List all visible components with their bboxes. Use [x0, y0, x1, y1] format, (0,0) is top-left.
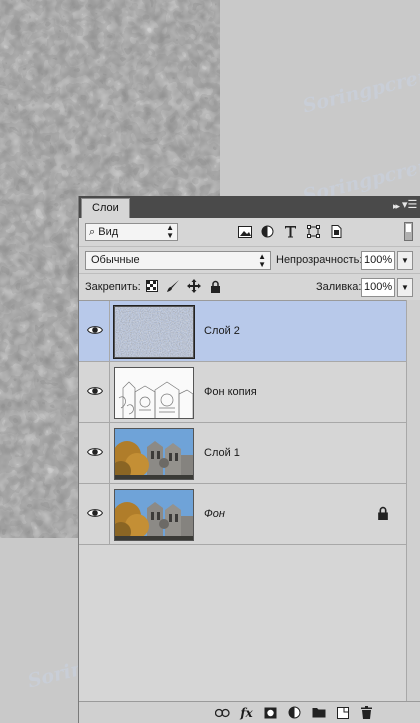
layer-thumbnail-photo	[114, 428, 194, 480]
eye-icon[interactable]	[87, 507, 103, 519]
trash-icon[interactable]	[359, 705, 374, 720]
adjustment-layer-filter-icon[interactable]	[260, 224, 275, 239]
lock-row: Закрепить: Заливка: 100% ▼	[79, 273, 420, 299]
shape-layer-filter-icon[interactable]	[306, 224, 321, 239]
fill-label: Заливка:	[316, 281, 362, 293]
layers-panel: Слои ▸▸ ▾☰ ⌕ Вид ▲ ▼ Обычные ▲ ▼ Непрозр…	[78, 196, 420, 723]
divider	[109, 301, 110, 361]
layer-row[interactable]: Фон	[79, 484, 407, 545]
fill-dropdown-button[interactable]: ▼	[397, 278, 413, 297]
filter-icons	[237, 224, 344, 239]
layers-scrollbar[interactable]	[406, 300, 420, 701]
fill-input[interactable]: 100%	[361, 278, 395, 297]
layer-row[interactable]: Фон копия	[79, 362, 407, 423]
lock-all-icon[interactable]	[208, 279, 222, 293]
eye-icon[interactable]	[87, 385, 103, 397]
layer-style-fx-icon[interactable]: fx	[239, 705, 254, 720]
pixel-layer-filter-icon[interactable]	[237, 224, 252, 239]
blend-row: Обычные ▲ ▼ Непрозрачность: 100% ▼	[79, 246, 420, 272]
divider	[109, 423, 110, 483]
layer-name: Фон	[204, 508, 225, 520]
new-group-folder-icon[interactable]	[311, 705, 326, 720]
layer-name: Слой 1	[204, 447, 240, 459]
lock-position-move-icon[interactable]	[187, 279, 201, 293]
canvas-background	[220, 0, 420, 196]
footer-icons: fx	[215, 705, 374, 720]
lock-icon	[378, 506, 388, 520]
divider	[109, 484, 110, 544]
filter-kind-label: Вид	[98, 226, 119, 238]
search-icon: ⌕	[89, 226, 96, 238]
filter-kind-select[interactable]: ⌕ Вид ▲ ▼	[85, 223, 178, 241]
eye-icon[interactable]	[87, 324, 103, 336]
lock-label: Закрепить:	[85, 281, 141, 293]
opacity-dropdown-button[interactable]: ▼	[397, 251, 413, 270]
select-arrows-icon: ▲ ▼	[166, 223, 174, 240]
panel-footer: fx	[79, 701, 420, 723]
tab-layers[interactable]: Слои	[81, 198, 130, 218]
add-mask-icon[interactable]	[263, 705, 278, 720]
select-arrows-icon: ▲ ▼	[258, 252, 266, 269]
adjustment-layer-icon[interactable]	[287, 705, 302, 720]
divider	[109, 362, 110, 422]
layer-name: Слой 2	[204, 325, 240, 337]
layer-name: Фон копия	[204, 386, 257, 398]
lock-transparency-icon[interactable]	[145, 279, 159, 293]
lock-icons	[145, 279, 222, 293]
blend-mode-value: Обычные	[91, 254, 140, 266]
layer-thumbnail-sketch	[114, 367, 194, 419]
lock-pixels-brush-icon[interactable]	[166, 279, 180, 293]
layers-list: Слой 2 Фон копия Слой 1 Фон	[79, 300, 407, 701]
new-layer-icon[interactable]	[335, 705, 350, 720]
eye-icon[interactable]	[87, 446, 103, 458]
filter-row: ⌕ Вид ▲ ▼	[79, 218, 420, 246]
smart-object-filter-icon[interactable]	[329, 224, 344, 239]
opacity-input[interactable]: 100%	[361, 251, 395, 270]
opacity-label: Непрозрачность:	[276, 254, 363, 266]
link-layers-icon[interactable]	[215, 705, 230, 720]
layer-row[interactable]: Слой 1	[79, 423, 407, 484]
type-layer-filter-icon[interactable]	[283, 224, 298, 239]
layer-row[interactable]: Слой 2	[79, 301, 407, 362]
collapse-panel-button[interactable]: ▸▸	[393, 201, 400, 212]
filter-toggle[interactable]	[404, 222, 413, 241]
layer-thumbnail-noise	[113, 305, 195, 359]
layer-thumbnail-photo	[114, 489, 194, 541]
blend-mode-select[interactable]: Обычные ▲ ▼	[85, 251, 271, 270]
panel-menu-button[interactable]: ▾☰	[402, 199, 417, 213]
panel-header: Слои ▸▸ ▾☰	[79, 196, 420, 218]
